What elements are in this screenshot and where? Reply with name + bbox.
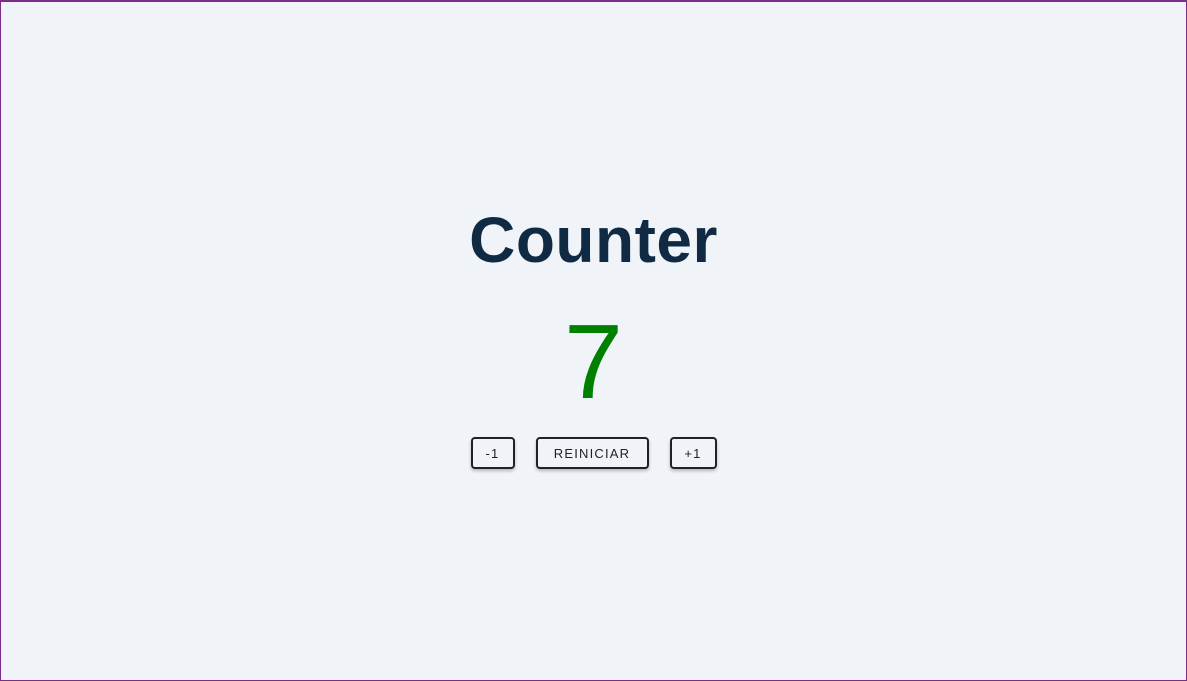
counter-container: Counter 7 -1 REINICIAR +1 bbox=[1, 2, 1186, 680]
counter-value: 7 bbox=[564, 303, 623, 421]
page-title: Counter bbox=[469, 204, 718, 276]
decrement-button[interactable]: -1 bbox=[470, 437, 515, 469]
counter-controls: -1 REINICIAR +1 bbox=[1, 437, 1186, 469]
app-page: Counter 7 -1 REINICIAR +1 bbox=[0, 0, 1187, 681]
increment-button[interactable]: +1 bbox=[669, 437, 717, 469]
reset-button[interactable]: REINICIAR bbox=[535, 437, 649, 469]
